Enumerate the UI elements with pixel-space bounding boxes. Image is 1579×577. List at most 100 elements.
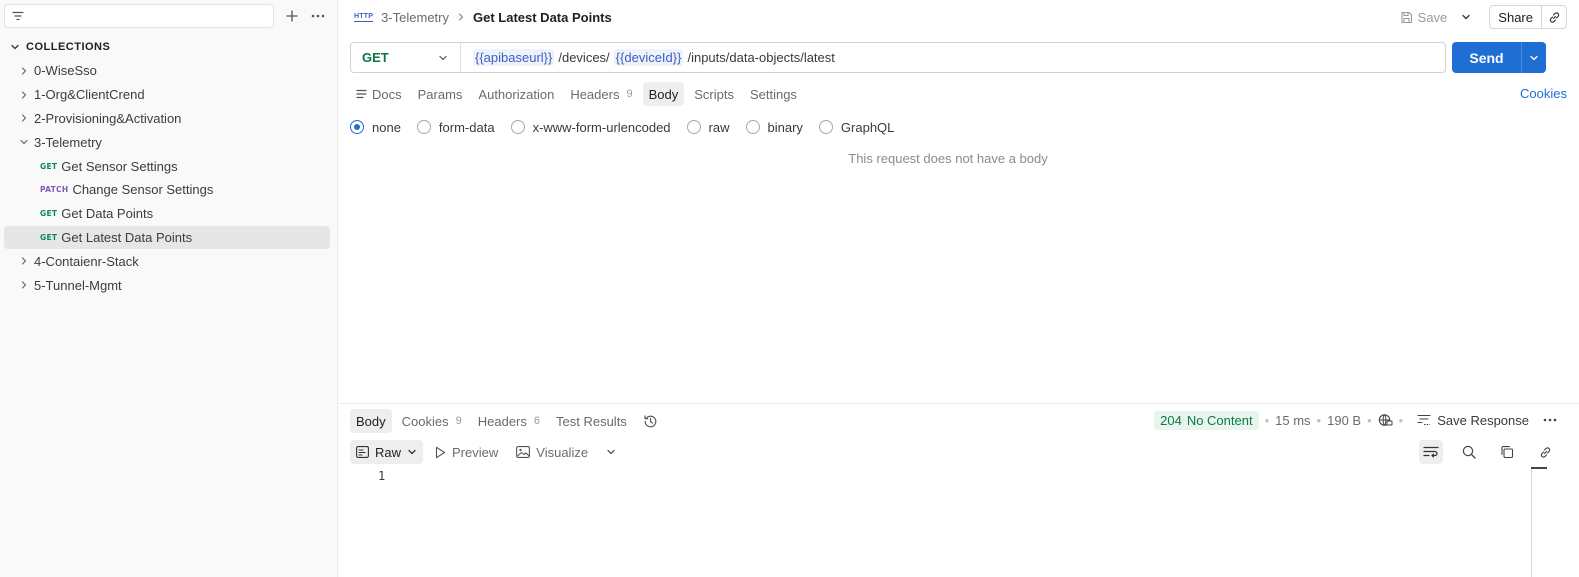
- headers-count: 9: [626, 88, 633, 100]
- body-option-raw[interactable]: raw: [686, 120, 730, 135]
- preview-button[interactable]: Preview: [429, 440, 504, 464]
- share-button[interactable]: Share: [1490, 6, 1542, 28]
- radio-label: binary: [767, 119, 803, 135]
- url-variable[interactable]: {{apibaseurl}}: [473, 49, 555, 66]
- tab-headers[interactable]: Headers 9: [564, 82, 638, 106]
- tab-settings[interactable]: Settings: [744, 82, 803, 106]
- add-collection-button[interactable]: [282, 6, 302, 26]
- radio-button[interactable]: [745, 120, 760, 134]
- folder-4-container-stack[interactable]: 4-Contaienr-Stack: [4, 249, 330, 273]
- save-label: Save: [1417, 9, 1448, 25]
- response-divider[interactable]: [338, 403, 1579, 404]
- radio-label: form-data: [438, 119, 495, 135]
- play-icon: [435, 446, 446, 459]
- preview-label: Preview: [452, 444, 499, 460]
- separator-dot: •: [1264, 412, 1270, 428]
- url-variable[interactable]: {{deviceId}}: [613, 49, 684, 66]
- body-option-binary[interactable]: binary: [745, 119, 803, 135]
- tab-docs[interactable]: Docs: [350, 82, 408, 106]
- save-response-label: Save Response: [1437, 412, 1529, 428]
- visualize-options-button[interactable]: [600, 440, 622, 464]
- chevron-down-icon: [1461, 12, 1471, 22]
- body-option-form-data[interactable]: form-data: [416, 119, 495, 135]
- folder-3-telemetry[interactable]: 3-Telemetry: [4, 130, 330, 154]
- folder-0-wisesso[interactable]: 0-WiseSso: [4, 59, 330, 83]
- response-tab-cookies[interactable]: Cookies 9: [396, 409, 468, 433]
- method-select[interactable]: GET: [351, 43, 461, 72]
- request-get-sensor-settings[interactable]: GET Get Sensor Settings: [4, 154, 330, 178]
- globe-icon[interactable]: [1378, 413, 1393, 427]
- visualize-button[interactable]: Visualize: [510, 440, 594, 464]
- response-time[interactable]: 15 ms: [1275, 413, 1310, 428]
- tab-params[interactable]: Params: [412, 82, 469, 106]
- radio-button[interactable]: [686, 120, 701, 134]
- method-badge: GET: [40, 161, 58, 171]
- copy-link-button[interactable]: [1542, 6, 1566, 28]
- tab-body[interactable]: Body: [642, 82, 685, 106]
- chevron-down-icon: [18, 138, 30, 146]
- sidebar-more-button[interactable]: [308, 6, 328, 26]
- wrap-lines-button[interactable]: [1419, 440, 1443, 464]
- chevron-down-icon: [10, 42, 20, 52]
- response-size[interactable]: 190 B: [1327, 413, 1361, 428]
- link-icon: [1539, 446, 1552, 459]
- save-response-icon: [1417, 414, 1431, 426]
- status-badge[interactable]: 204 No Content: [1154, 410, 1259, 430]
- response-stats: 204 No Content • 15 ms • 190 B • • Save …: [1154, 409, 1557, 431]
- image-icon: [516, 446, 531, 458]
- breadcrumb: HTTP 3-Telemetry Get Latest Data Points: [354, 8, 612, 26]
- raw-view-select[interactable]: Raw: [350, 440, 424, 464]
- http-icon: HTTP: [354, 12, 374, 22]
- save-button[interactable]: Save: [1396, 10, 1452, 25]
- save-options-button[interactable]: [1457, 12, 1475, 22]
- save-response-button[interactable]: Save Response: [1417, 413, 1529, 428]
- folder-label: 4-Contaienr-Stack: [34, 253, 139, 269]
- header-actions: Save Share: [1396, 5, 1567, 29]
- response-tab-body[interactable]: Body: [350, 409, 392, 433]
- body-option-graphql[interactable]: GraphQL: [818, 119, 895, 135]
- tab-label: Docs: [372, 86, 402, 102]
- radio-button[interactable]: [350, 120, 364, 134]
- request-get-latest-data-points[interactable]: GET Get Latest Data Points: [4, 225, 330, 250]
- tab-scripts[interactable]: Scripts: [688, 82, 740, 106]
- search-response-button[interactable]: [1457, 440, 1481, 464]
- request-get-data-points[interactable]: GET Get Data Points: [4, 202, 330, 226]
- cookies-link[interactable]: Cookies: [1520, 86, 1567, 101]
- copy-link-response-button[interactable]: [1533, 440, 1557, 464]
- copy-response-button[interactable]: [1495, 440, 1519, 464]
- send-options-button[interactable]: [1522, 42, 1546, 73]
- radio-button[interactable]: [818, 120, 833, 134]
- request-change-sensor-settings[interactable]: PATCH Change Sensor Settings: [4, 178, 330, 202]
- chevron-down-icon: [1529, 53, 1539, 63]
- folder-1-orgclientcrend[interactable]: 1-Org&ClientCrend: [4, 83, 330, 107]
- tab-authorization[interactable]: Authorization: [472, 82, 560, 106]
- radio-label: x-www-form-urlencoded: [532, 119, 671, 135]
- response-scrollbar[interactable]: [1531, 467, 1532, 577]
- radio-button[interactable]: [416, 120, 431, 134]
- breadcrumb-parent[interactable]: 3-Telemetry: [381, 10, 449, 25]
- response-tab-test-results[interactable]: Test Results: [550, 409, 633, 433]
- radio-label: GraphQL: [840, 119, 895, 135]
- folder-2-provisioning[interactable]: 2-Provisioning&Activation: [4, 107, 330, 131]
- radio-button[interactable]: [510, 120, 525, 134]
- history-button[interactable]: [637, 409, 664, 433]
- filter-input[interactable]: [4, 4, 274, 28]
- chevron-right-icon: [18, 281, 30, 289]
- tab-label: Cookies: [401, 413, 449, 429]
- separator-dot: •: [1316, 412, 1322, 428]
- page-title[interactable]: Get Latest Data Points: [473, 10, 612, 25]
- response-tabs: Body Cookies 9 Headers 6 Test Results: [350, 409, 668, 433]
- collections-tree: 0-WiseSso 1-Org&ClientCrend 2-Provisioni…: [4, 59, 330, 297]
- body-option-urlencoded[interactable]: x-www-form-urlencoded: [510, 119, 671, 135]
- url-input[interactable]: {{apibaseurl}} /devices/ {{deviceId}} /i…: [461, 49, 835, 66]
- response-tab-headers[interactable]: Headers 6: [472, 409, 546, 433]
- response-more-button[interactable]: [1543, 418, 1557, 422]
- send-button[interactable]: Send: [1452, 42, 1522, 73]
- tab-label: Settings: [749, 86, 797, 102]
- body-option-none[interactable]: none: [350, 120, 401, 135]
- tab-label: Params: [417, 86, 463, 102]
- line-number: 1: [378, 469, 386, 483]
- filter-icon: [12, 11, 24, 21]
- folder-5-tunnel-mgmt[interactable]: 5-Tunnel-Mgmt: [4, 273, 330, 297]
- collections-header[interactable]: COLLECTIONS: [10, 38, 110, 56]
